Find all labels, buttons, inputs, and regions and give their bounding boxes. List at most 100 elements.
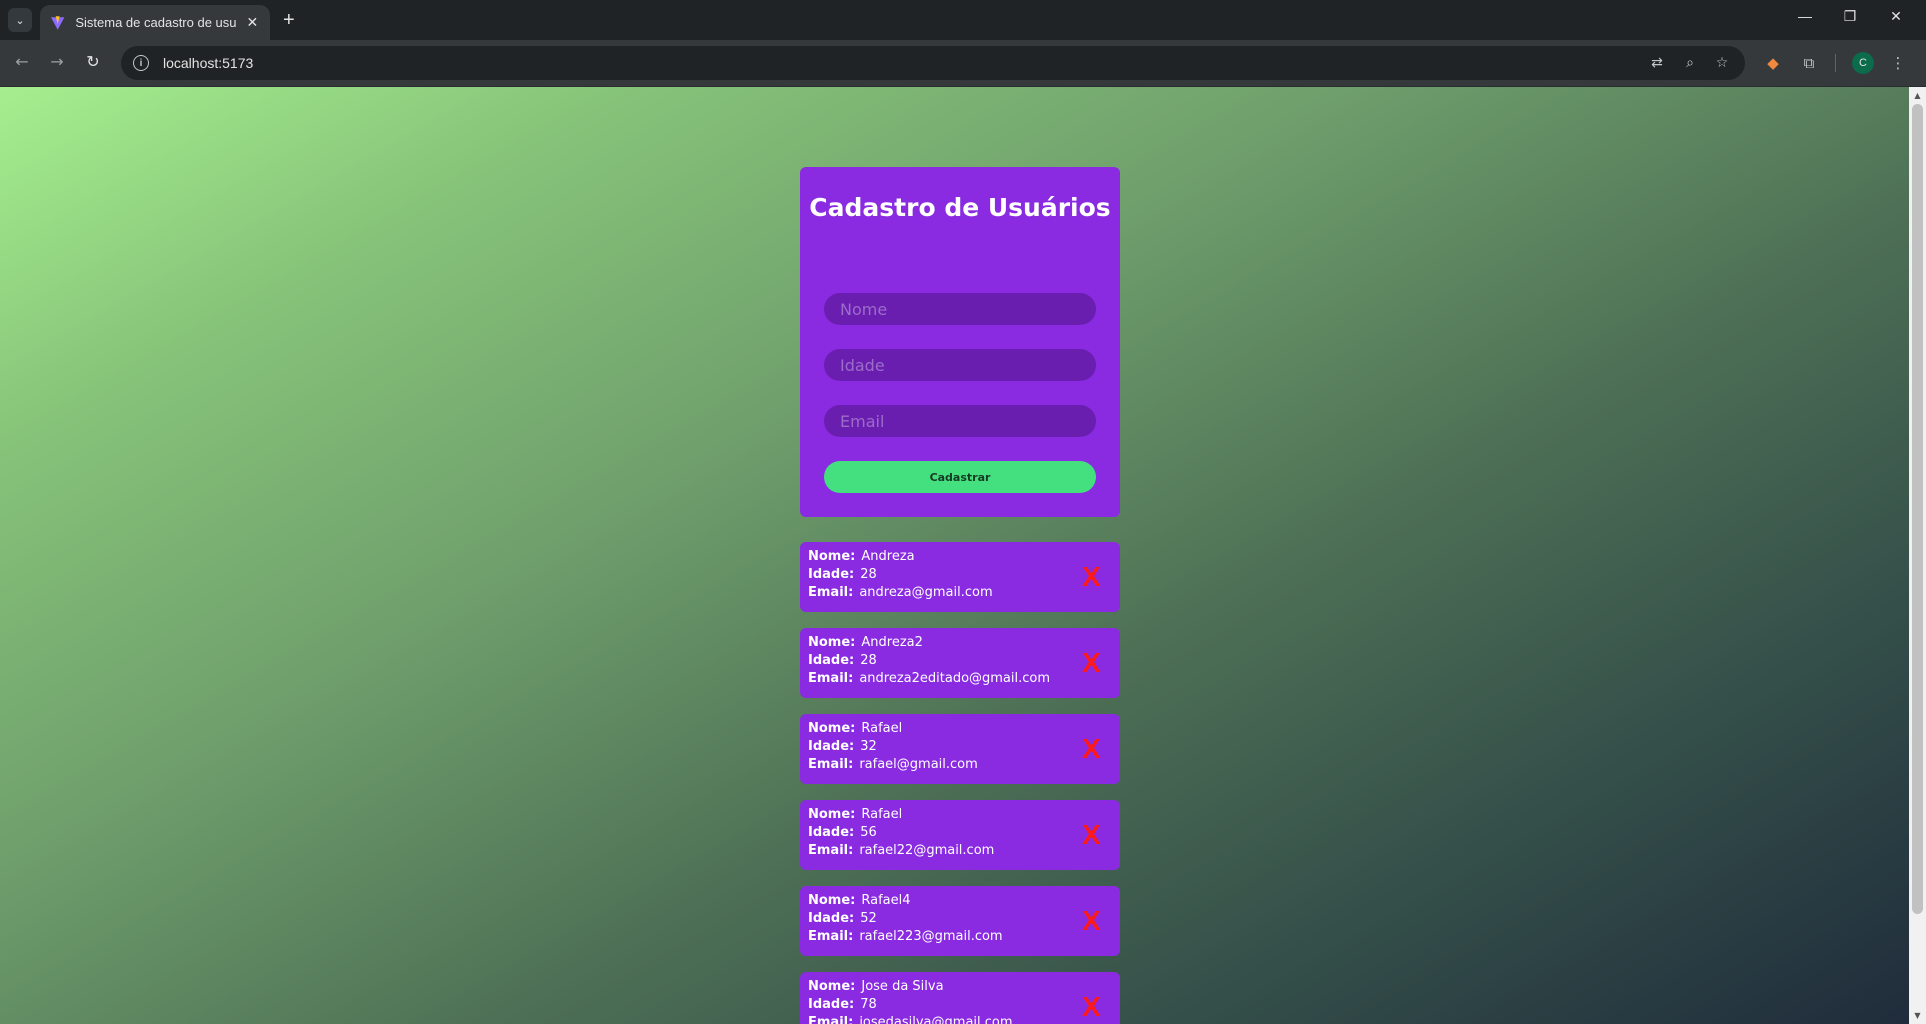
email-label: Email: — [808, 929, 854, 944]
scroll-thumb[interactable] — [1912, 104, 1923, 914]
name-label: Nome: — [808, 635, 856, 650]
user-age: 52 — [860, 911, 877, 926]
user-card: Nome: Jose da Silva Idade: 78 Email: joseda… — [800, 972, 1120, 1024]
user-age: 28 — [860, 653, 877, 668]
metamask-icon[interactable]: ◆ — [1761, 51, 1785, 75]
user-name-row: Nome: Rafael — [808, 720, 902, 738]
register-form: Cadastro de Usuários Cadastrar — [800, 167, 1120, 517]
name-input[interactable] — [824, 293, 1096, 325]
email-input[interactable] — [824, 405, 1096, 437]
new-tab-button[interactable]: + — [283, 8, 295, 32]
address-bar[interactable]: i localhost:5173 ⇄ ⌕ ☆ — [121, 46, 1745, 80]
age-label: Idade: — [808, 567, 855, 582]
page-viewport: Cadastro de Usuários Cadastrar Nome: Andr… — [0, 87, 1926, 1024]
form-title: Cadastro de Usuários — [809, 193, 1111, 222]
email-label: Email: — [808, 585, 854, 600]
name-label: Nome: — [808, 893, 856, 908]
info-icon[interactable]: i — [133, 55, 149, 71]
page-scrollbar[interactable]: ▲ ▼ — [1909, 87, 1926, 1024]
user-age: 28 — [860, 567, 877, 582]
user-name: Rafael4 — [861, 893, 911, 908]
translate-icon[interactable]: ⇄ — [1647, 53, 1667, 73]
user-age-row: Idade: 52 — [808, 910, 877, 928]
user-email: josedasilva@gmail.com — [859, 1015, 1013, 1024]
user-card: Nome: Rafael4 Idade: 52 Email: rafael223@gm… — [800, 886, 1120, 956]
name-label: Nome: — [808, 549, 856, 564]
name-label: Nome: — [808, 979, 856, 994]
delete-user-button[interactable]: X — [1082, 732, 1101, 766]
extensions-icon[interactable]: ⧉ — [1797, 51, 1821, 75]
restore-button[interactable]: ❐ — [1838, 8, 1862, 25]
user-email: rafael22@gmail.com — [859, 843, 995, 858]
user-email-row: Email: rafael@gmail.com — [808, 756, 978, 774]
email-label: Email: — [808, 1015, 854, 1024]
email-label: Email: — [808, 843, 854, 858]
url-text: localhost:5173 — [163, 55, 254, 71]
vite-favicon-icon — [50, 15, 65, 30]
delete-user-button[interactable]: X — [1082, 990, 1101, 1024]
user-name-row: Nome: Andreza — [808, 548, 915, 566]
delete-user-button[interactable]: X — [1082, 904, 1101, 938]
name-label: Nome: — [808, 807, 856, 822]
zoom-icon[interactable]: ⌕ — [1680, 53, 1700, 73]
user-name-row: Nome: Andreza2 — [808, 634, 923, 652]
menu-icon[interactable]: ⋮ — [1886, 51, 1910, 75]
user-name-row: Nome: Rafael — [808, 806, 902, 824]
delete-user-button[interactable]: X — [1082, 560, 1101, 594]
reload-icon[interactable]: ↻ — [81, 50, 105, 74]
user-name: Rafael — [861, 721, 903, 736]
user-name-row: Nome: Rafael4 — [808, 892, 911, 910]
tab-search-icon[interactable]: ⌄ — [8, 8, 32, 32]
user-age: 78 — [860, 997, 877, 1012]
user-age: 32 — [860, 739, 877, 754]
user-email-row: Email: andreza@gmail.com — [808, 584, 993, 602]
age-label: Idade: — [808, 997, 855, 1012]
user-email-row: Email: rafael22@gmail.com — [808, 842, 994, 860]
tab-close-icon[interactable]: ✕ — [245, 15, 260, 31]
user-age-row: Idade: 78 — [808, 996, 877, 1014]
age-input[interactable] — [824, 349, 1096, 381]
scroll-up-icon[interactable]: ▲ — [1909, 87, 1926, 104]
toolbar-divider — [1835, 54, 1836, 72]
delete-user-button[interactable]: X — [1082, 818, 1101, 852]
forward-icon[interactable]: → — [45, 50, 69, 74]
email-label: Email: — [808, 757, 854, 772]
close-window-button[interactable]: ✕ — [1884, 8, 1908, 25]
register-button[interactable]: Cadastrar — [824, 461, 1096, 493]
user-age-row: Idade: 32 — [808, 738, 877, 756]
user-age: 56 — [860, 825, 877, 840]
name-label: Nome: — [808, 721, 856, 736]
user-name-row: Nome: Jose da Silva — [808, 978, 944, 996]
back-icon[interactable]: ← — [10, 50, 34, 74]
tab-title: Sistema de cadastro de usuarios — [75, 15, 237, 30]
age-label: Idade: — [808, 653, 855, 668]
user-age-row: Idade: 28 — [808, 566, 877, 584]
tab-bar: ⌄ Sistema de cadastro de usuarios ✕ + — … — [0, 0, 1926, 40]
user-email-row: Email: andreza2editado@gmail.com — [808, 670, 1050, 688]
user-email: rafael@gmail.com — [859, 757, 978, 772]
user-email-row: Email: josedasilva@gmail.com — [808, 1014, 1013, 1024]
user-email-row: Email: rafael223@gmail.com — [808, 928, 1003, 946]
user-email: andreza@gmail.com — [859, 585, 993, 600]
user-age-row: Idade: 28 — [808, 652, 877, 670]
user-email: rafael223@gmail.com — [859, 929, 1003, 944]
age-label: Idade: — [808, 739, 855, 754]
star-icon[interactable]: ☆ — [1712, 53, 1732, 73]
browser-tab[interactable]: Sistema de cadastro de usuarios ✕ — [40, 5, 270, 40]
user-name: Rafael — [861, 807, 903, 822]
user-card: Nome: Andreza Idade: 28 Email: andreza@gmai… — [800, 542, 1120, 612]
user-card: Nome: Rafael Idade: 32 Email: rafael@gmail.… — [800, 714, 1120, 784]
age-label: Idade: — [808, 911, 855, 926]
minimize-button[interactable]: — — [1793, 8, 1817, 24]
user-card: Nome: Rafael Idade: 56 Email: rafael22@gmai… — [800, 800, 1120, 870]
user-name: Andreza — [861, 549, 915, 564]
email-label: Email: — [808, 671, 854, 686]
delete-user-button[interactable]: X — [1082, 646, 1101, 680]
user-name: Andreza2 — [861, 635, 923, 650]
browser-toolbar: ← → ↻ i localhost:5173 ⇄ ⌕ ☆ ◆ ⧉ C ⋮ — [0, 40, 1926, 87]
user-name: Jose da Silva — [861, 979, 944, 994]
scroll-down-icon[interactable]: ▼ — [1909, 1007, 1926, 1024]
profile-avatar[interactable]: C — [1852, 52, 1874, 74]
user-age-row: Idade: 56 — [808, 824, 877, 842]
age-label: Idade: — [808, 825, 855, 840]
